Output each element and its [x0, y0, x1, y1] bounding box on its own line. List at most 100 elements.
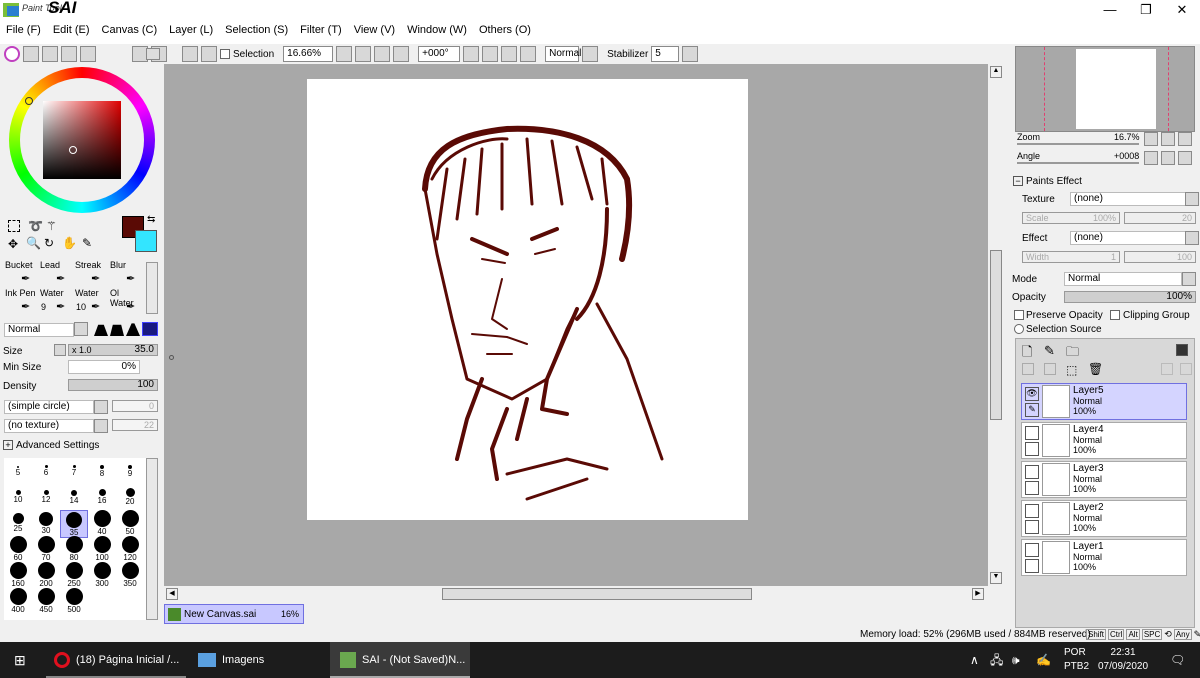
- rgb-slider-toggle-icon[interactable]: [23, 46, 39, 62]
- nav-zoom-reset-icon[interactable]: [1178, 132, 1192, 146]
- brush-size-option[interactable]: 5: [4, 458, 32, 486]
- layer-panel-menu-icon[interactable]: [1176, 344, 1188, 356]
- nav-rotate-left-icon[interactable]: [1144, 151, 1158, 165]
- layer-opacity-slider[interactable]: 100%: [1064, 291, 1196, 303]
- close-icon[interactable]: ✕: [1164, 0, 1200, 20]
- vertical-scrollbar[interactable]: ▲ ▼: [988, 64, 1004, 586]
- brush-size-option[interactable]: 300: [88, 562, 116, 590]
- tool-blur[interactable]: Blur ✒: [108, 260, 143, 288]
- nav-zoom-in-icon[interactable]: [1161, 132, 1175, 146]
- brush-size-option[interactable]: 25: [4, 510, 32, 538]
- visibility-checkbox[interactable]: [1025, 426, 1039, 440]
- advanced-settings-label[interactable]: Advanced Settings: [16, 440, 99, 451]
- scroll-down-icon[interactable]: ▼: [990, 572, 1002, 584]
- new-linework-layer-icon[interactable]: ✎: [1044, 343, 1055, 359]
- delete-layer-icon[interactable]: 🗑: [1088, 362, 1103, 376]
- brush-size-option[interactable]: 500: [60, 588, 88, 616]
- color-wheel[interactable]: [9, 67, 155, 213]
- maximize-icon[interactable]: ❐: [1128, 0, 1164, 20]
- hue-cursor[interactable]: [25, 97, 33, 105]
- layer-item[interactable]: Layer1 Normal 100%: [1021, 539, 1187, 576]
- tool-bucket[interactable]: Bucket ✒: [3, 260, 38, 288]
- brush-shape-select[interactable]: (simple circle): [4, 400, 94, 414]
- menu-view[interactable]: View (V): [348, 24, 401, 40]
- brush-size-option[interactable]: 350: [116, 562, 144, 590]
- texture-dropdown-icon[interactable]: [1185, 192, 1199, 206]
- brush-size-option[interactable]: 9: [116, 458, 144, 486]
- network-icon[interactable]: 🖧: [990, 642, 1003, 678]
- width-strength[interactable]: 100: [1124, 251, 1196, 263]
- width-slider[interactable]: Width 1: [1022, 251, 1120, 263]
- brush-size-option[interactable]: 160: [4, 562, 32, 590]
- windows-start-icon[interactable]: ⊞: [14, 642, 26, 678]
- menu-layer[interactable]: Layer (L): [163, 24, 219, 40]
- brush-size-option[interactable]: 8: [88, 458, 116, 486]
- scale-slider[interactable]: Scale 100%: [1022, 212, 1120, 224]
- zoom-dropdown-icon[interactable]: [336, 46, 353, 62]
- brush-size-option[interactable]: 120: [116, 536, 144, 564]
- brush-shape-dropdown-icon[interactable]: [94, 400, 108, 414]
- brush-mode-select[interactable]: Normal: [4, 323, 74, 337]
- swap-colors-icon[interactable]: ⇆: [147, 214, 155, 225]
- notifications-icon[interactable]: 🗨: [1170, 642, 1185, 678]
- color-square[interactable]: [43, 101, 121, 179]
- brush-size-option[interactable]: 100: [88, 536, 116, 564]
- minimize-icon[interactable]: —: [1092, 0, 1128, 20]
- tool-ink-pen[interactable]: Ink Pen ✒: [3, 288, 38, 316]
- min-size-value[interactable]: 0%: [68, 360, 140, 374]
- clear-layer-icon[interactable]: ⬚: [1066, 363, 1077, 377]
- brush-size-option[interactable]: 20: [116, 484, 144, 512]
- selection-checkbox[interactable]: [220, 49, 230, 59]
- taskbar-photos[interactable]: Imagens: [190, 642, 325, 678]
- nav-angle-slider[interactable]: [1017, 162, 1139, 164]
- brush-hard-icon[interactable]: [94, 324, 108, 336]
- color-picker-cursor[interactable]: [69, 146, 77, 154]
- tool-streak[interactable]: Streak ✒: [73, 260, 108, 288]
- blend-field[interactable]: Normal: [545, 46, 581, 62]
- brush-lock-icon[interactable]: ✎: [1025, 403, 1039, 417]
- brush-size-scrollbar[interactable]: [146, 458, 158, 620]
- tool-lead[interactable]: Lead ✒: [38, 260, 73, 288]
- brush-size-option[interactable]: 60: [4, 536, 32, 564]
- brush-size-option[interactable]: 10: [4, 484, 32, 512]
- brush-medium-icon[interactable]: [126, 323, 140, 336]
- angle-field[interactable]: +000°: [418, 46, 461, 62]
- layer-item[interactable]: Layer4 Normal 100%: [1021, 422, 1187, 459]
- rotate-tool-icon[interactable]: ↻: [44, 236, 54, 250]
- deselect-icon[interactable]: [182, 46, 198, 62]
- hsv-slider-toggle-icon[interactable]: [42, 46, 58, 62]
- rotate-reset-icon[interactable]: [520, 46, 537, 62]
- tool-oil-water[interactable]: Ol Water ✒: [108, 288, 143, 316]
- brush-mode-dropdown-icon[interactable]: [74, 322, 88, 336]
- texture-select[interactable]: (none): [1070, 192, 1186, 206]
- brush-soft-icon[interactable]: [110, 324, 124, 336]
- selection-source-radio[interactable]: [1014, 324, 1024, 334]
- brush-size-option[interactable]: 400: [4, 588, 32, 616]
- rotate-right-icon[interactable]: [501, 46, 518, 62]
- nav-rotate-reset-icon[interactable]: [1178, 151, 1192, 165]
- size-mult-dropdown-icon[interactable]: [54, 344, 66, 356]
- scratchpad-toggle-icon[interactable]: [80, 46, 96, 62]
- swatches-toggle-icon[interactable]: [61, 46, 77, 62]
- layer-extra-icon-2[interactable]: [1180, 363, 1192, 375]
- volume-icon[interactable]: 🕪: [1012, 642, 1020, 678]
- navigator-preview[interactable]: [1015, 46, 1195, 132]
- merge-down-icon[interactable]: [1044, 363, 1056, 375]
- angle-dropdown-icon[interactable]: [463, 46, 480, 62]
- eyedropper-icon[interactable]: ✎: [82, 236, 92, 250]
- advanced-expand-icon[interactable]: +: [3, 440, 13, 450]
- invert-selection-icon[interactable]: [201, 46, 217, 62]
- brush-flat-icon[interactable]: [142, 322, 158, 336]
- preserve-opacity-checkbox[interactable]: [1014, 310, 1024, 320]
- effect-dropdown-icon[interactable]: [1185, 231, 1199, 245]
- menu-file[interactable]: File (F): [0, 24, 47, 40]
- pen-tray-icon[interactable]: ✍: [1036, 642, 1051, 678]
- lock-checkbox[interactable]: [1025, 559, 1039, 573]
- layer-item[interactable]: 👁 ✎ Layer5 Normal 100%: [1021, 383, 1187, 420]
- brush-size-option[interactable]: 70: [32, 536, 60, 564]
- zoom-tool-icon[interactable]: 🔍: [26, 236, 41, 250]
- color-wheel-toggle-icon[interactable]: [4, 46, 20, 62]
- nav-zoom-slider[interactable]: [1017, 143, 1139, 145]
- tray-chevron-icon[interactable]: ∧: [970, 642, 979, 678]
- scroll-right-icon[interactable]: ▶: [972, 588, 984, 600]
